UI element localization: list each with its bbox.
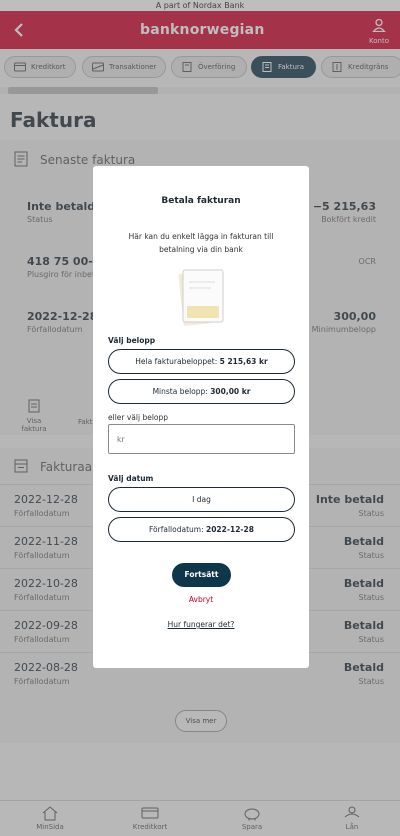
full-amount-value: 5 215,63 kr [219, 357, 268, 366]
cancel-link[interactable]: Avbryt [93, 595, 309, 604]
today-option[interactable]: I dag [108, 487, 295, 512]
invoice-illustration-icon [178, 269, 224, 326]
full-amount-prefix: Hela fakturabeloppet: [135, 357, 218, 366]
due-option-prefix: Förfallodatum: [149, 525, 204, 534]
continue-button[interactable]: Fortsätt [172, 563, 231, 587]
dialog-description: Här kan du enkelt lägga in fakturan till… [128, 232, 274, 254]
full-amount-option[interactable]: Hela fakturabeloppet: 5 215,63 kr [108, 349, 295, 374]
min-amount-value: 300,00 kr [210, 387, 251, 396]
amount-input[interactable] [108, 424, 295, 454]
custom-amount-label: eller välj belopp [108, 413, 169, 422]
due-option-value: 2022-12-28 [206, 525, 254, 534]
dialog-title: Betala fakturan [161, 196, 241, 206]
today-option-label: I dag [192, 495, 211, 504]
pay-invoice-dialog: Betala fakturan Här kan du enkelt lägga … [93, 166, 309, 668]
choose-amount-label: Välj belopp [108, 336, 156, 345]
min-amount-option[interactable]: Minsta belopp: 300,00 kr [108, 379, 295, 404]
min-amount-prefix: Minsta belopp: [152, 387, 208, 396]
how-it-works-link[interactable]: Hur fungerar det? [93, 620, 309, 629]
due-date-option[interactable]: Förfallodatum: 2022-12-28 [108, 517, 295, 542]
choose-date-label: Välj datum [108, 474, 154, 483]
